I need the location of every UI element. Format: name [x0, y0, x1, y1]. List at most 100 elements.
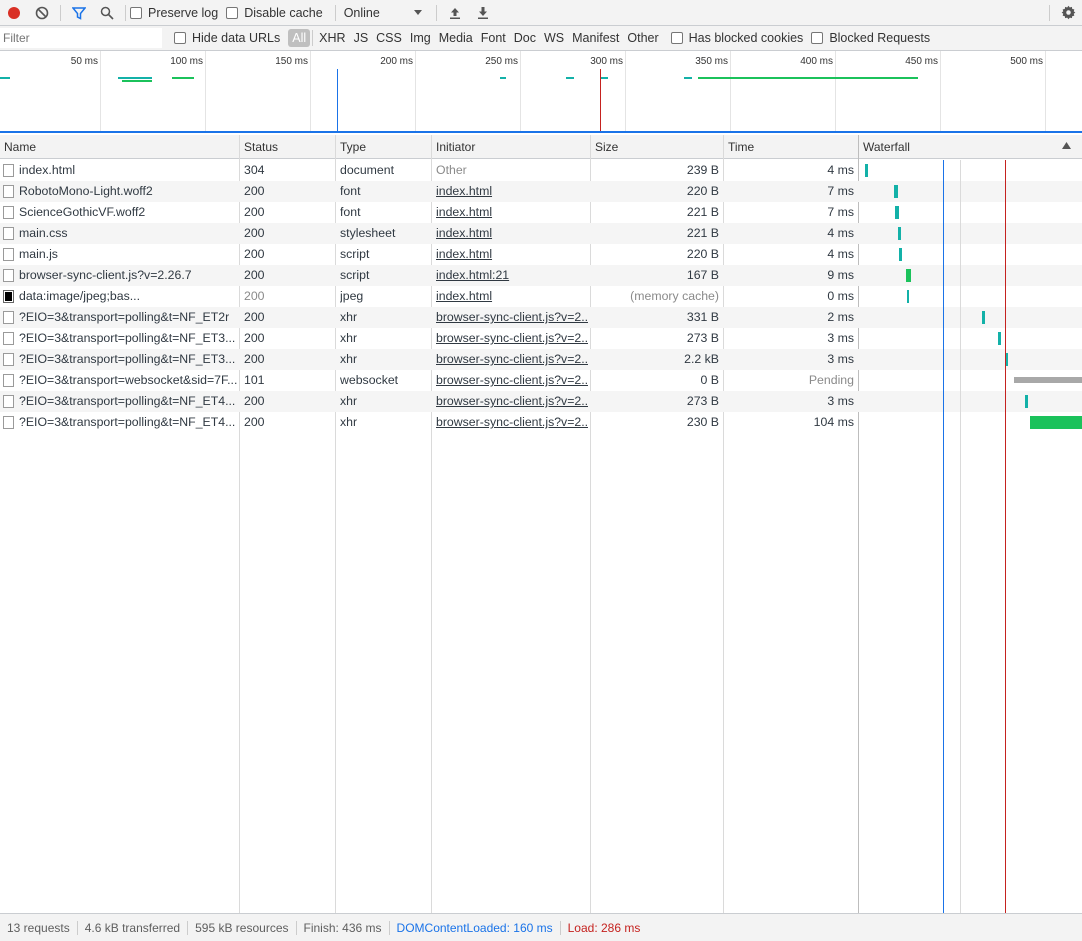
waterfall-bar[interactable] [1014, 377, 1082, 383]
filter-button[interactable] [65, 1, 93, 25]
request-initiator-link[interactable]: index.html [436, 286, 588, 307]
waterfall-bar[interactable] [895, 206, 899, 219]
column-header-initiator[interactable]: Initiator [432, 135, 590, 159]
type-filter-other[interactable]: Other [623, 29, 662, 47]
throttling-select[interactable]: Online [344, 6, 422, 20]
column-header-time[interactable]: Time [724, 135, 858, 159]
request-type: stylesheet [340, 226, 396, 240]
blocked-requests-label: Blocked Requests [829, 31, 931, 45]
type-filter-ws[interactable]: WS [540, 29, 568, 47]
search-button[interactable] [93, 1, 121, 25]
table-row[interactable]: main.css 200 stylesheet index.html 221 B… [0, 223, 1082, 244]
type-filter-doc[interactable]: Doc [510, 29, 540, 47]
table-header: Name Status Type Initiator Size Time Wat… [0, 135, 1082, 159]
overview-gridline [100, 51, 101, 131]
request-initiator-link[interactable]: browser-sync-client.js?v=2... [436, 370, 588, 391]
table-row[interactable]: RobotoMono-Light.woff2 200 font index.ht… [0, 181, 1082, 202]
type-filter-xhr[interactable]: XHR [315, 29, 349, 47]
finish-time: Finish: 436 ms [297, 920, 390, 935]
request-status: 200 [244, 331, 265, 345]
has-blocked-cookies-checkbox[interactable]: Has blocked cookies [670, 31, 803, 45]
download-icon [477, 6, 488, 19]
blocked-requests-box[interactable] [811, 32, 824, 44]
table-row[interactable]: data:image/jpeg;bas... 200 jpeg index.ht… [0, 286, 1082, 307]
export-har-button[interactable] [469, 1, 497, 25]
table-row[interactable]: main.js 200 script index.html 220 B 4 ms [0, 244, 1082, 265]
column-header-status[interactable]: Status [240, 135, 335, 159]
font-file-icon [3, 206, 14, 219]
hide-data-urls-box[interactable] [174, 32, 186, 44]
request-initiator-link[interactable]: browser-sync-client.js?v=2... [436, 349, 588, 370]
waterfall-bar[interactable] [998, 332, 1001, 345]
table-row[interactable]: ?EIO=3&transport=polling&t=NF_ET2r 200 x… [0, 307, 1082, 328]
request-initiator-link[interactable]: index.html [436, 244, 588, 265]
waterfall-bar[interactable] [982, 311, 985, 324]
overview-request-bar [0, 77, 10, 79]
waterfall-bar[interactable] [865, 164, 868, 177]
waterfall-bar[interactable] [894, 185, 898, 198]
sort-ascending-icon[interactable] [1062, 142, 1071, 150]
type-filter-css[interactable]: CSS [372, 29, 406, 47]
preserve-log-box[interactable] [130, 6, 142, 19]
column-header-size[interactable]: Size [591, 135, 723, 159]
waterfall-bar[interactable] [906, 269, 911, 282]
type-filter-manifest[interactable]: Manifest [568, 29, 623, 47]
request-initiator-link[interactable]: index.html [436, 223, 588, 244]
clear-button[interactable] [28, 1, 56, 25]
request-type: font [340, 205, 361, 219]
table-row[interactable]: ?EIO=3&transport=polling&t=NF_ET4... 200… [0, 391, 1082, 412]
table-row[interactable]: browser-sync-client.js?v=2.26.7 200 scri… [0, 265, 1082, 286]
overview-request-bar [600, 77, 608, 79]
request-name: RobotoMono-Light.woff2 [19, 184, 153, 198]
overview-load-marker [600, 69, 601, 131]
waterfall-bar[interactable] [1025, 395, 1028, 408]
request-initiator-link[interactable]: index.html:21 [436, 265, 588, 286]
type-filter-all[interactable]: All [288, 29, 311, 47]
table-row[interactable]: index.html 304 document Other 239 B 4 ms [0, 160, 1082, 181]
request-size: 273 B [686, 331, 719, 345]
type-filter-js[interactable]: JS [350, 29, 373, 47]
hide-data-urls-label: Hide data URLs [192, 31, 281, 45]
table-row[interactable]: ScienceGothicVF.woff2 200 font index.htm… [0, 202, 1082, 223]
record-button[interactable] [0, 1, 28, 25]
request-initiator-link[interactable]: browser-sync-client.js?v=2... [436, 391, 588, 412]
gear-icon [1061, 5, 1075, 20]
request-status: 200 [244, 247, 265, 261]
timeline-overview[interactable]: 50 ms 100 ms 150 ms 200 ms 250 ms 300 ms… [0, 51, 1082, 133]
hide-data-urls-checkbox[interactable]: Hide data URLs [174, 31, 280, 45]
table-row[interactable]: ?EIO=3&transport=polling&t=NF_ET3... 200… [0, 328, 1082, 349]
request-size: 220 B [686, 247, 719, 261]
request-count: 13 requests [0, 920, 78, 935]
overview-gridline [415, 51, 416, 131]
request-initiator-link[interactable]: browser-sync-client.js?v=2... [436, 328, 588, 349]
waterfall-bar[interactable] [907, 290, 909, 303]
filter-input[interactable] [0, 28, 162, 48]
table-row[interactable]: ?EIO=3&transport=websocket&sid=7F... 101… [0, 370, 1082, 391]
has-blocked-cookies-box[interactable] [670, 32, 683, 44]
disable-cache-checkbox[interactable]: Disable cache [226, 6, 323, 20]
column-header-type[interactable]: Type [336, 135, 431, 159]
column-header-waterfall[interactable]: Waterfall [859, 135, 1059, 159]
request-initiator-link[interactable]: index.html [436, 181, 588, 202]
network-settings-button[interactable] [1054, 1, 1082, 25]
request-time: 104 ms [813, 415, 854, 429]
waterfall-bar[interactable] [1030, 416, 1082, 429]
table-row[interactable]: ?EIO=3&transport=polling&t=NF_ET4... 200… [0, 412, 1082, 433]
blocked-requests-checkbox[interactable]: Blocked Requests [811, 31, 930, 45]
request-initiator-link[interactable]: browser-sync-client.js?v=2... [436, 412, 588, 433]
waterfall-bar[interactable] [899, 248, 902, 261]
disable-cache-box[interactable] [226, 6, 239, 19]
request-initiator-link[interactable]: index.html [436, 202, 588, 223]
request-initiator-link[interactable]: browser-sync-client.js?v=2... [436, 307, 588, 328]
overview-tick-label: 500 ms [1010, 56, 1043, 67]
type-filter-font[interactable]: Font [477, 29, 510, 47]
request-type: xhr [340, 310, 358, 324]
waterfall-bar[interactable] [898, 227, 901, 240]
request-name: main.css [19, 226, 68, 240]
preserve-log-checkbox[interactable]: Preserve log [130, 6, 218, 20]
import-har-button[interactable] [441, 1, 469, 25]
type-filter-media[interactable]: Media [435, 29, 477, 47]
column-header-name[interactable]: Name [0, 135, 239, 159]
type-filter-img[interactable]: Img [406, 29, 435, 47]
table-row[interactable]: ?EIO=3&transport=polling&t=NF_ET3... 200… [0, 349, 1082, 370]
